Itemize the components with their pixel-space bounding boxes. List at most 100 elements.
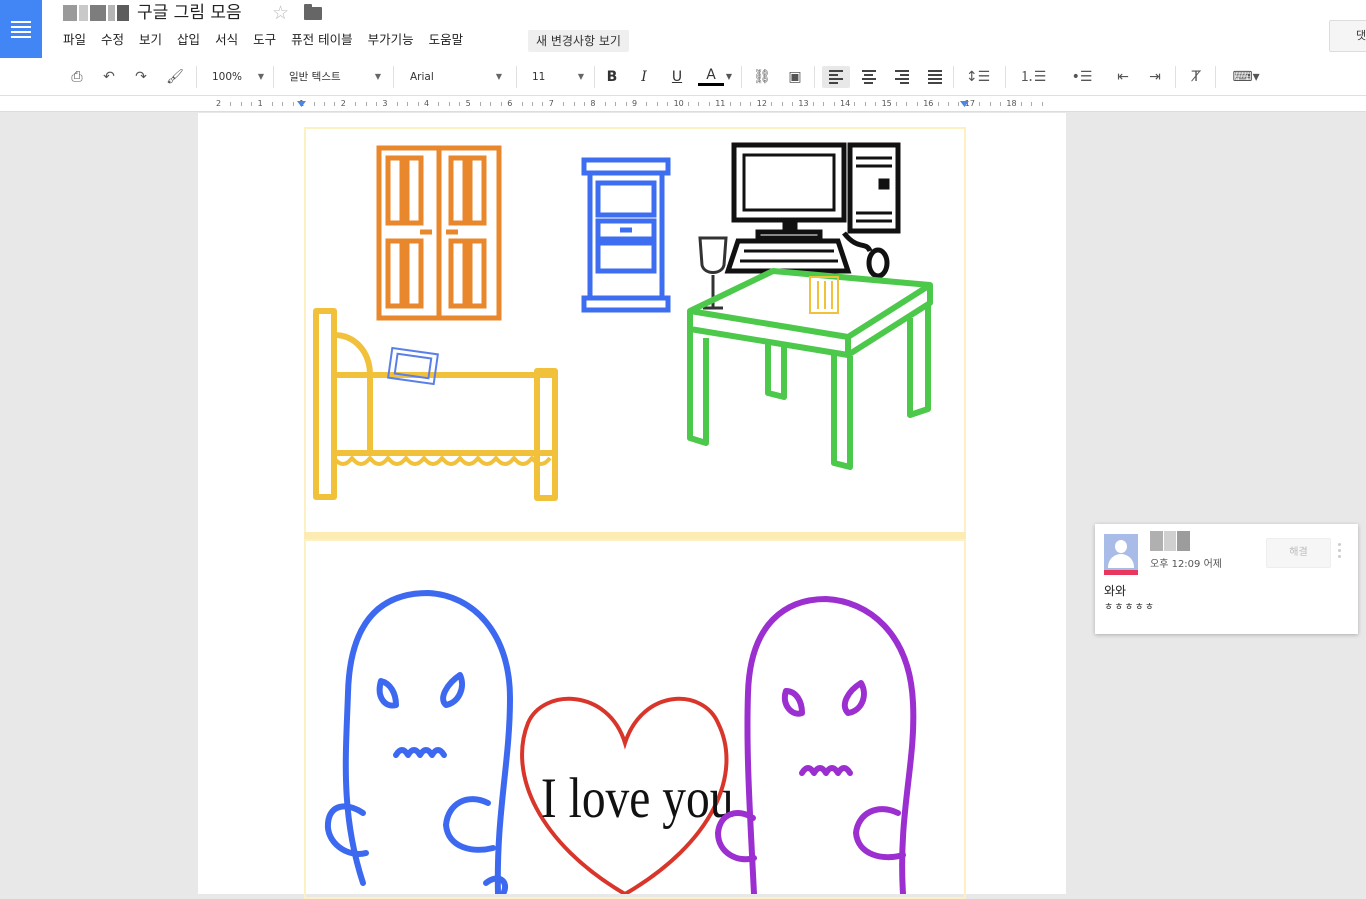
ruler-tick — [771, 102, 773, 106]
menu-addons[interactable]: 부가기능 — [368, 31, 414, 49]
ruler-tick — [958, 102, 960, 106]
clear-formatting-icon[interactable]: Ⱦ — [1185, 66, 1207, 88]
redacted-owner-thumbnail — [63, 5, 129, 21]
ruler-tick — [1020, 102, 1022, 106]
menu-edit[interactable]: 수정 — [101, 31, 124, 49]
menu-fusion-tables[interactable]: 퓨전 테이블 — [291, 31, 352, 49]
italic-button[interactable]: I — [634, 66, 654, 88]
toolbar: ⎙ ↶ ↷ 🖌 100% ▼ 일반 텍스트 ▼ Arial ▼ 11 ▼ B I U A… — [0, 58, 1366, 96]
ruler-tick — [948, 102, 949, 106]
ruler-number: 2 — [216, 99, 222, 108]
resolve-button[interactable]: 해결 — [1266, 538, 1331, 568]
align-left-button[interactable] — [822, 66, 850, 88]
ruler-tick — [750, 102, 752, 106]
input-tools-icon[interactable]: ⌨▾ — [1224, 66, 1268, 88]
bold-button[interactable]: B — [602, 66, 622, 88]
ruler-number: 15 — [881, 99, 892, 108]
document-page[interactable]: I love you — [198, 113, 1066, 899]
redo-icon[interactable]: ↷ — [130, 66, 152, 88]
font-size-select[interactable]: 11 ▼ — [532, 66, 584, 88]
ruler-number: 10 — [673, 99, 684, 108]
align-center-button[interactable] — [856, 66, 882, 88]
ghost-right-drawing — [715, 596, 917, 894]
more-vert-icon[interactable] — [1338, 543, 1342, 561]
justify-button[interactable] — [922, 66, 948, 88]
ruler-tick — [823, 102, 825, 106]
ruler-tick — [615, 102, 617, 106]
ruler-tick — [740, 102, 741, 106]
ruler-tick — [896, 102, 897, 106]
increase-indent-icon[interactable]: ⇥ — [1144, 66, 1166, 88]
menu-view[interactable]: 보기 — [139, 31, 162, 49]
ruler-tick — [812, 102, 814, 106]
redacted-commenter-name — [1150, 531, 1190, 551]
zoom-select[interactable]: 100% ▼ — [212, 66, 264, 88]
ruler-tick — [875, 102, 877, 106]
ruler-track: 21123456789101112131415161718 — [200, 99, 1066, 109]
ruler-tick — [490, 102, 492, 106]
ruler-tick — [573, 102, 575, 106]
ruler-tick — [563, 102, 565, 106]
underline-button[interactable]: U — [667, 66, 687, 88]
undo-icon[interactable]: ↶ — [98, 66, 120, 88]
computer-drawing — [724, 142, 901, 279]
wardrobe-drawing — [376, 145, 502, 321]
ruler-tick — [1031, 102, 1033, 106]
line-spacing-icon[interactable]: ↕☰ — [960, 66, 996, 88]
ghost-left-drawing — [324, 590, 513, 894]
menu-tools[interactable]: 도구 — [253, 31, 276, 49]
style-select[interactable]: 일반 텍스트 ▼ — [289, 66, 381, 88]
ruler-tick — [459, 102, 461, 106]
ruler-number: 8 — [590, 99, 596, 108]
ruler-tick — [334, 102, 336, 106]
drawing-canvas: I love you — [313, 142, 933, 894]
ruler[interactable]: 21123456789101112131415161718 — [0, 96, 1366, 112]
header: 구글 그림 모음 ☆ 파일 수정 보기 삽입 서식 도구 퓨전 테이블 부가기능… — [0, 0, 1366, 58]
font-select[interactable]: Arial ▼ — [410, 66, 502, 88]
tablet-drawing — [387, 346, 439, 386]
docs-home-icon[interactable] — [0, 0, 42, 58]
ruler-tick — [417, 102, 419, 106]
menu-file[interactable]: 파일 — [63, 31, 86, 49]
ruler-tick — [407, 102, 409, 106]
ruler-tick — [864, 102, 866, 106]
ruler-tick — [781, 102, 783, 106]
insert-comment-icon[interactable]: ▣ — [784, 66, 806, 88]
ruler-tick — [979, 102, 981, 106]
link-icon[interactable]: ⛓ — [751, 66, 773, 88]
bulleted-list-icon[interactable]: •☰ — [1062, 66, 1102, 88]
zoom-value: 100% — [212, 71, 243, 83]
ruler-tick — [532, 102, 533, 106]
ruler-tick — [376, 102, 377, 106]
comments-button[interactable]: 댓 — [1329, 20, 1366, 52]
ruler-number: 13 — [798, 99, 809, 108]
document-title[interactable]: 구글 그림 모음 — [137, 1, 242, 25]
print-icon[interactable]: ⎙ — [66, 66, 88, 88]
ruler-tick — [448, 102, 450, 106]
text-color-button[interactable]: A — [698, 66, 724, 86]
ruler-tick — [854, 102, 856, 106]
ruler-number: 7 — [548, 99, 554, 108]
comment-card[interactable]: 오후 12:09 어제 해결 와와 ㅎㅎㅎㅎㅎ — [1095, 524, 1358, 634]
align-right-button[interactable] — [889, 66, 915, 88]
decrease-indent-icon[interactable]: ⇤ — [1112, 66, 1134, 88]
ruler-tick — [708, 102, 710, 106]
ruler-tick — [251, 102, 253, 106]
menu-format[interactable]: 서식 — [215, 31, 238, 49]
ruler-tick — [833, 102, 835, 106]
ruler-tick — [500, 102, 502, 106]
ruler-tick — [480, 102, 481, 106]
ruler-number: 4 — [424, 99, 430, 108]
menu-help[interactable]: 도움말 — [429, 31, 464, 49]
ruler-tick — [542, 102, 544, 106]
star-icon[interactable]: ☆ — [272, 1, 289, 25]
menu-insert[interactable]: 삽입 — [177, 31, 200, 49]
ruler-tick — [324, 102, 325, 106]
ruler-number: 5 — [465, 99, 471, 108]
folder-icon[interactable] — [304, 4, 322, 20]
numbered-list-icon[interactable]: ⒈☰ — [1013, 66, 1053, 88]
see-new-changes-button[interactable]: 새 변경사항 보기 — [528, 30, 629, 52]
ruler-number: 14 — [840, 99, 851, 108]
paint-format-icon[interactable]: 🖌 — [164, 66, 186, 88]
text-color-dropdown-icon[interactable]: ▼ — [724, 66, 734, 88]
